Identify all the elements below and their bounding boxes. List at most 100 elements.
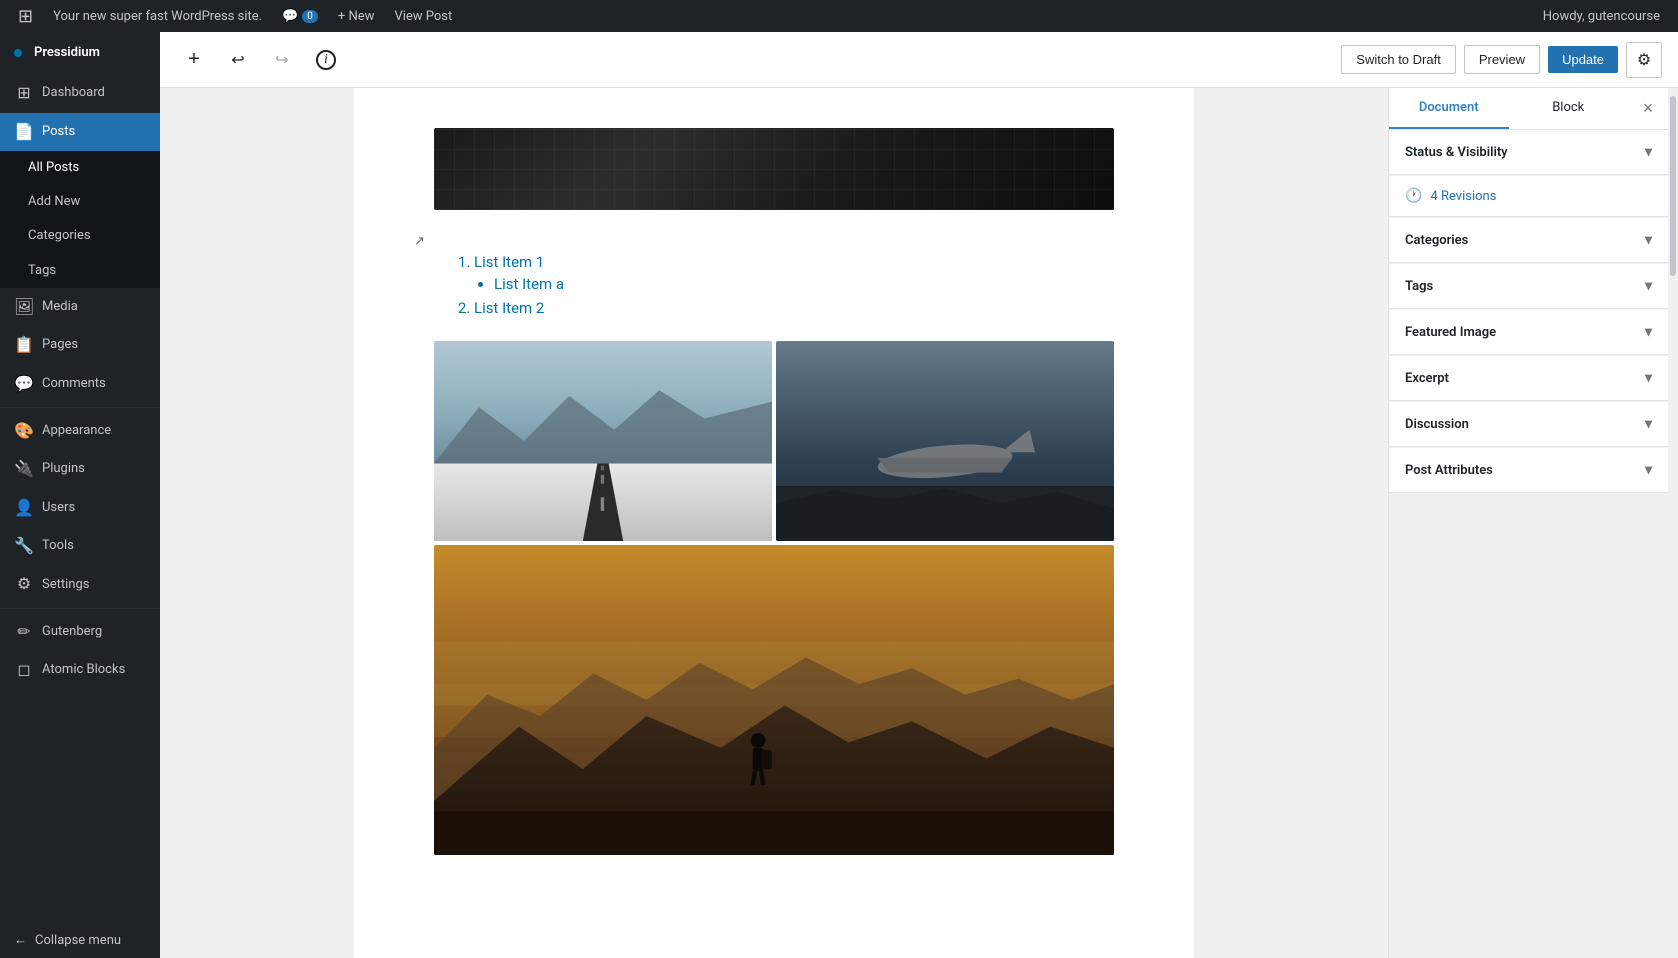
- sidebar-item-appearance[interactable]: 🎨 Appearance: [0, 412, 160, 450]
- sidebar-label-appearance: Appearance: [42, 422, 111, 440]
- chevron-down-icon: ▾: [1645, 144, 1652, 160]
- brand-name: Pressidium: [34, 44, 100, 62]
- section-header-categories[interactable]: Categories ▾: [1389, 218, 1668, 263]
- section-categories: Categories ▾: [1389, 218, 1668, 263]
- view-post-label: View Post: [394, 9, 452, 24]
- panel-close-button[interactable]: ×: [1628, 88, 1668, 128]
- add-block-button[interactable]: +: [176, 42, 212, 78]
- right-panel: Document Block × Status & Visibility ▾: [1388, 88, 1668, 958]
- collapse-label: Collapse menu: [35, 932, 121, 950]
- list-item-2: List Item 2: [474, 299, 1114, 317]
- sidebar-item-dashboard[interactable]: ⊞ Dashboard: [0, 74, 160, 112]
- sidebar-item-pages[interactable]: 📋 Pages: [0, 326, 160, 364]
- howdy-item[interactable]: Howdy, gutencourse: [1533, 0, 1670, 32]
- section-revisions: 🕐 4 Revisions: [1389, 176, 1668, 217]
- update-button[interactable]: Update: [1548, 46, 1618, 73]
- tab-document[interactable]: Document: [1389, 88, 1509, 129]
- chevron-discussion-icon: ▾: [1645, 416, 1652, 432]
- section-header-discussion[interactable]: Discussion ▾: [1389, 402, 1668, 447]
- sidebar-label-plugins: Plugins: [42, 460, 85, 478]
- undo-icon: ↩: [231, 50, 244, 70]
- sidebar-subitem-add-new[interactable]: Add New: [0, 185, 160, 219]
- section-header-excerpt[interactable]: Excerpt ▾: [1389, 356, 1668, 401]
- list-block[interactable]: List Item 1 List Item a List Item 2: [434, 253, 1114, 317]
- list-subitem-a: List Item a: [494, 275, 1114, 293]
- sidebar-item-posts[interactable]: 📄 Posts: [0, 113, 160, 151]
- undo-button[interactable]: ↩: [220, 42, 256, 78]
- redo-icon: ↪: [275, 50, 288, 70]
- sidebar-label-users: Users: [42, 499, 75, 517]
- section-header-status[interactable]: Status & Visibility ▾: [1389, 130, 1668, 175]
- sidebar-item-gutenberg[interactable]: ✏ Gutenberg: [0, 613, 160, 651]
- comment-bubble-icon: 💬: [282, 9, 298, 24]
- sidebar-item-media[interactable]: 🖼 Media: [0, 288, 160, 326]
- editor-toolbar: + ↩ ↪ i Switch to Draft Preview Update: [160, 32, 1678, 88]
- gallery-image-mountain: [434, 545, 1114, 855]
- section-header-post-attributes[interactable]: Post Attributes ▾: [1389, 448, 1668, 493]
- hero-image-block: [434, 128, 1114, 210]
- preview-button[interactable]: Preview: [1464, 45, 1540, 74]
- gallery-image-plane-wreck: [776, 341, 1114, 541]
- editor-canvas[interactable]: ↗ List Item 1 List Item a: [160, 88, 1388, 958]
- sidebar-subitem-tags[interactable]: Tags: [0, 254, 160, 288]
- gear-icon: ⚙: [1637, 50, 1651, 70]
- comments-item[interactable]: 💬 0: [272, 0, 328, 32]
- panel-body: Status & Visibility ▾ 🕐 4 Revisions: [1389, 130, 1668, 958]
- info-button[interactable]: i: [308, 42, 344, 78]
- switch-to-draft-button[interactable]: Switch to Draft: [1341, 45, 1456, 74]
- section-header-featured-image[interactable]: Featured Image ▾: [1389, 310, 1668, 355]
- add-new-label: Add New: [28, 193, 80, 211]
- sidebar-brand[interactable]: Pressidium: [0, 32, 160, 74]
- sidebar-item-settings[interactable]: ⚙ Settings: [0, 565, 160, 603]
- atomic-blocks-icon: ◻: [14, 659, 34, 681]
- list-item-1: List Item 1 List Item a: [474, 253, 1114, 293]
- section-discussion: Discussion ▾: [1389, 402, 1668, 447]
- section-featured-image: Featured Image ▾: [1389, 310, 1668, 355]
- view-post-item[interactable]: View Post: [384, 0, 462, 32]
- wp-logo-item[interactable]: ⊞: [8, 0, 43, 32]
- sidebar-subitem-categories[interactable]: Categories: [0, 219, 160, 253]
- sidebar-item-plugins[interactable]: 🔌 Plugins: [0, 450, 160, 488]
- section-status-visibility: Status & Visibility ▾: [1389, 130, 1668, 175]
- section-header-tags[interactable]: Tags ▾: [1389, 264, 1668, 309]
- sidebar-item-users[interactable]: 👤 Users: [0, 489, 160, 527]
- new-item[interactable]: + New: [328, 0, 385, 32]
- dashboard-icon: ⊞: [14, 82, 34, 104]
- close-icon: ×: [1643, 98, 1654, 119]
- revisions-item[interactable]: 🕐 4 Revisions: [1389, 176, 1668, 217]
- posts-submenu: All Posts Add New Categories Tags: [0, 151, 160, 288]
- posts-icon: 📄: [14, 121, 34, 143]
- section-tags: Tags ▾: [1389, 264, 1668, 309]
- wp-logo-icon: ⊞: [18, 6, 33, 27]
- section-excerpt: Excerpt ▾: [1389, 356, 1668, 401]
- sidebar: Pressidium ⊞ Dashboard 📄 Posts All Posts…: [0, 32, 160, 958]
- gallery-image-snow-road: [434, 341, 772, 541]
- settings-panel-button[interactable]: ⚙: [1626, 42, 1662, 78]
- new-label: + New: [338, 9, 375, 24]
- pages-icon: 📋: [14, 334, 34, 356]
- admin-bar-right: Howdy, gutencourse: [1533, 0, 1670, 32]
- tab-block[interactable]: Block: [1509, 88, 1629, 129]
- sidebar-subitem-all-posts[interactable]: All Posts: [0, 151, 160, 185]
- brand-icon: [14, 49, 22, 57]
- sidebar-label-comments: Comments: [42, 375, 106, 393]
- sidebar-label-gutenberg: Gutenberg: [42, 623, 102, 641]
- clock-icon: 🕐: [1405, 188, 1422, 204]
- chevron-excerpt-icon: ▾: [1645, 370, 1652, 386]
- add-block-icon: +: [188, 48, 200, 71]
- redo-button[interactable]: ↪: [264, 42, 300, 78]
- gallery-row-1: [434, 341, 1114, 541]
- sidebar-item-atomic-blocks[interactable]: ◻ Atomic Blocks: [0, 651, 160, 689]
- site-name-item[interactable]: Your new super fast WordPress site.: [43, 0, 272, 32]
- sidebar-item-comments[interactable]: 💬 Comments: [0, 365, 160, 403]
- users-icon: 👤: [14, 497, 34, 519]
- tags-label: Tags: [28, 262, 56, 280]
- categories-label: Categories: [28, 227, 91, 245]
- sidebar-label-dashboard: Dashboard: [42, 84, 105, 102]
- sidebar-item-tools[interactable]: 🔧 Tools: [0, 527, 160, 565]
- collapse-icon: ←: [14, 932, 27, 950]
- right-scrollbar[interactable]: [1668, 88, 1678, 958]
- collapse-menu-item[interactable]: ← Collapse menu: [0, 924, 160, 958]
- chevron-post-attributes-icon: ▾: [1645, 462, 1652, 478]
- sidebar-divider-1: [0, 407, 160, 408]
